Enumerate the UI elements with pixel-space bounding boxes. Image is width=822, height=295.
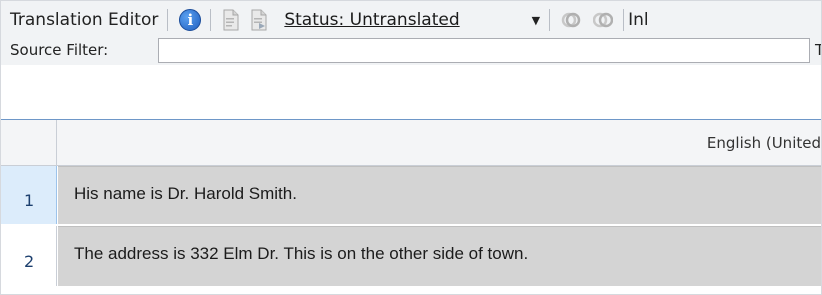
document-import-icon[interactable] [250, 9, 268, 31]
source-filter-label: Source Filter: [10, 41, 109, 59]
status-filter-dropdown[interactable]: Status: Untranslated [284, 10, 459, 30]
toolbar-title: Translation Editor [10, 10, 159, 30]
split-ring-icon[interactable] [592, 10, 614, 30]
row-number[interactable]: 1 [1, 166, 57, 224]
translation-editor-window: Translation Editor i Status: Untranslate… [0, 0, 822, 295]
toolbar-separator [210, 9, 212, 31]
document-export-icon[interactable] [222, 9, 240, 31]
target-filter-label: Ta [815, 41, 822, 59]
toolbar-separator [549, 9, 551, 31]
chevron-down-icon[interactable]: ▼ [532, 14, 540, 27]
source-segment-text[interactable]: His name is Dr. Harold Smith. [58, 166, 821, 224]
row-number[interactable]: 2 [1, 226, 57, 286]
toolbar-trailing-button[interactable]: Inl [628, 10, 649, 30]
source-filter-input[interactable] [158, 38, 810, 63]
toolbar: Translation Editor i Status: Untranslate… [1, 1, 822, 66]
row-number-header [1, 120, 57, 165]
toolbar-row-main: Translation Editor i Status: Untranslate… [1, 4, 821, 36]
source-language-column-header[interactable]: English (United [707, 120, 821, 165]
table-row[interactable]: 1 His name is Dr. Harold Smith. [1, 166, 821, 224]
grid-header: English (United [1, 120, 821, 166]
merge-ring-icon[interactable] [561, 10, 581, 30]
toolbar-separator [623, 9, 625, 31]
toolbar-row-filter: Source Filter: Ta [1, 34, 822, 66]
info-icon[interactable]: i [179, 9, 202, 31]
table-row[interactable]: 2 The address is 332 Elm Dr. This is on … [1, 226, 821, 286]
source-segment-text[interactable]: The address is 332 Elm Dr. This is on th… [58, 226, 821, 286]
toolbar-separator [167, 9, 169, 31]
segment-grid: English (United 1 His name is Dr. Harold… [1, 120, 821, 294]
